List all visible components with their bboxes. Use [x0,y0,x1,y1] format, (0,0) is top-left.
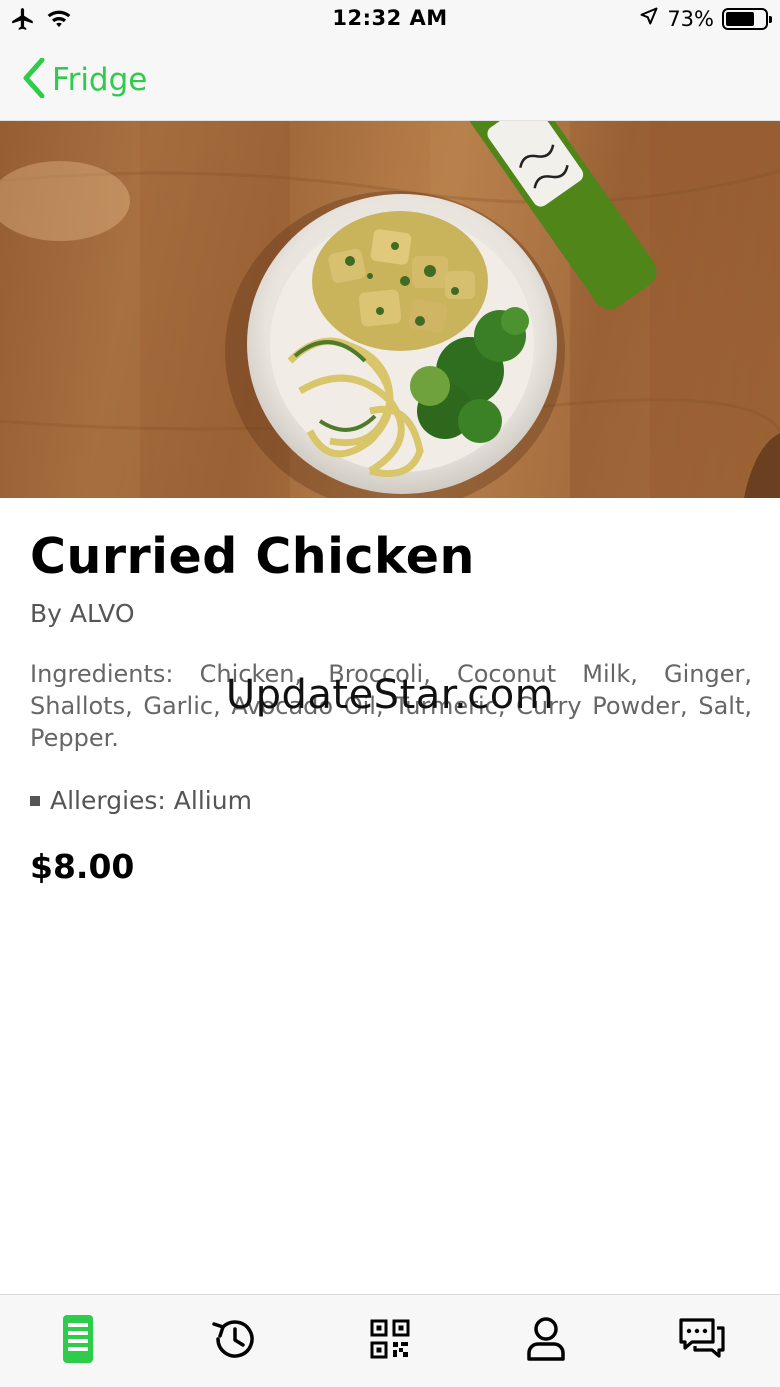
tab-bar [0,1294,780,1387]
navigation-bar: Fridge [0,40,780,121]
product-byline: By ALVO [30,599,135,628]
back-label: Fridge [52,62,148,98]
product-photo [0,121,780,498]
back-button[interactable]: Fridge [22,57,148,102]
product-price: $8.00 [30,847,135,886]
tab-menu[interactable] [0,1295,156,1387]
battery-fill [726,11,754,26]
status-right: 73% [639,6,772,31]
battery-percent: 73% [667,6,714,31]
tab-chat[interactable] [624,1295,780,1387]
status-bar: 12:32 AM 73% [0,0,780,40]
menu-list-icon [62,1314,94,1368]
product-title: Curried Chicken [30,528,475,585]
qr-code-icon [370,1319,410,1363]
chat-icon [678,1317,726,1365]
location-arrow-icon [639,6,659,31]
product-photo-illustration [0,121,780,498]
history-icon [210,1316,258,1366]
tab-profile[interactable] [468,1295,624,1387]
battery-tip [769,15,772,23]
product-ingredients: Ingredients: Chicken, Broccoli, Coconut … [30,660,752,752]
battery-icon [722,7,772,30]
bullet-icon [30,795,40,806]
tab-history[interactable] [156,1295,312,1387]
product-details: Curried Chicken By ALVO Ingredients: Chi… [30,528,752,886]
allergies-text: Allergies: Allium [50,786,252,815]
product-allergies: Allergies: Allium [30,786,752,815]
tab-scan[interactable] [312,1295,468,1387]
chevron-left-icon [22,57,46,102]
profile-icon [526,1316,566,1366]
